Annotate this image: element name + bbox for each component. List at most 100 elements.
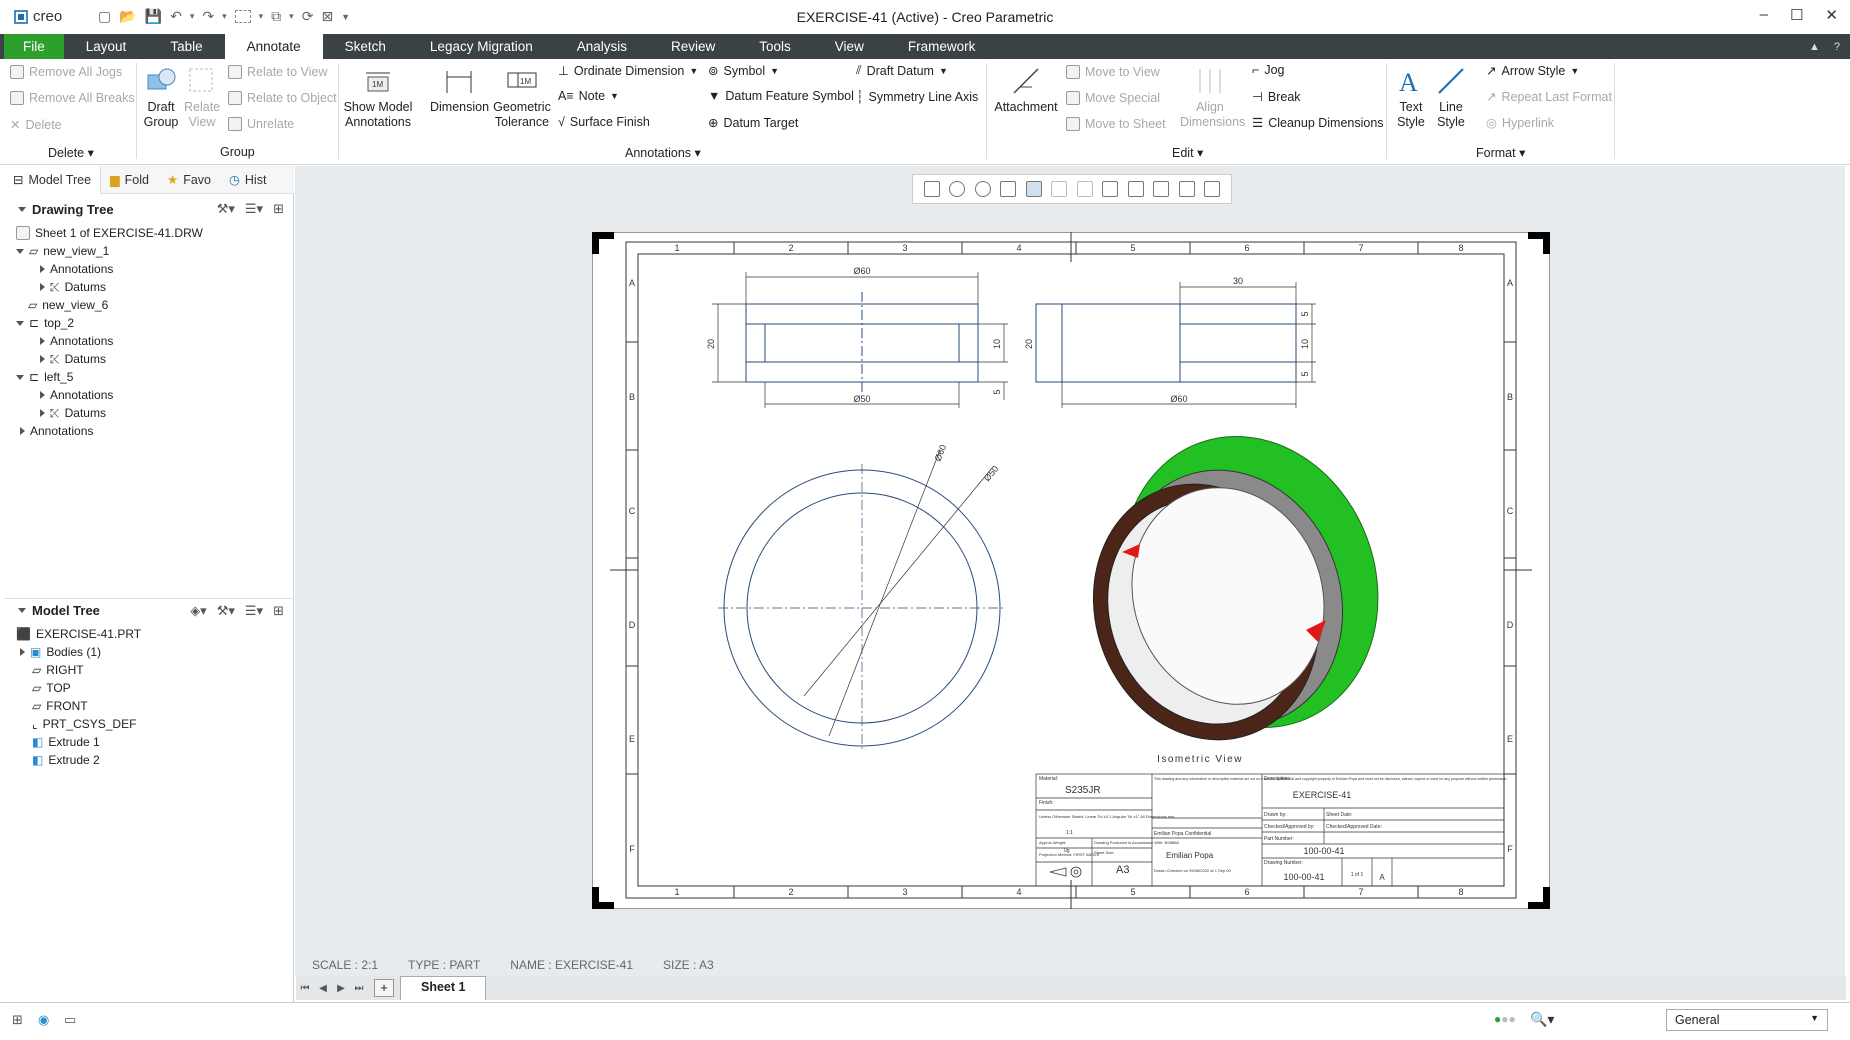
line-style-button[interactable]: Line Style [1432, 65, 1470, 130]
minimize-icon[interactable]: – [1760, 6, 1768, 24]
move-to-sheet-button[interactable]: Move to Sheet [1066, 117, 1166, 131]
symmetry-line-axis-button[interactable]: ┆ Symmetry Line Axis [856, 89, 978, 105]
datum-feature-symbol-button[interactable]: ▼ Datum Feature Symbol [708, 89, 854, 103]
collapse-icon[interactable] [18, 608, 26, 613]
dimension-label[interactable]: 5 [1300, 311, 1310, 316]
repaint-icon[interactable] [1000, 181, 1017, 197]
break-button[interactable]: ⊣ Break [1252, 89, 1301, 105]
plane-display-icon[interactable] [1127, 181, 1144, 197]
arrow-style-button[interactable]: ↗ Arrow Style ▼ [1486, 63, 1579, 79]
show-browser-icon[interactable]: ◉ [38, 1012, 49, 1028]
group-group-label[interactable]: Group [220, 145, 255, 159]
tab-sketch[interactable]: Sketch [323, 34, 408, 59]
regeneration-status-icon[interactable]: ●●● [1494, 1012, 1516, 1026]
expand-icon[interactable] [16, 320, 24, 326]
tree-item-front-plane[interactable]: ▱ FRONT [32, 697, 88, 715]
drawing-sheet[interactable]: 1 2 3 4 5 6 7 8 1 2 3 4 5 6 7 8 A B C D … [592, 232, 1550, 909]
tree-item-extrude-1[interactable]: ◧ Extrude 1 [32, 733, 100, 751]
select-box-icon[interactable] [234, 10, 251, 23]
prev-sheet-icon[interactable]: ◀ [314, 983, 332, 994]
layer-icon[interactable]: ◈▾ [190, 603, 207, 619]
dimension-label[interactable]: 20 [706, 339, 716, 349]
settings-tools-icon[interactable]: ⚒▾ [217, 603, 235, 619]
refit-icon[interactable] [923, 181, 940, 197]
datum-display-icon[interactable] [1102, 181, 1119, 197]
last-sheet-icon[interactable]: ⏭ [350, 983, 368, 994]
add-sheet-button[interactable]: + [374, 979, 394, 997]
move-to-view-button[interactable]: Move to View [1066, 65, 1160, 79]
repeat-last-format-button[interactable]: ↗ Repeat Last Format [1486, 89, 1612, 105]
expand-icon[interactable] [20, 648, 25, 656]
window-dropdown-icon[interactable]: ▾ [289, 11, 294, 22]
redo-dropdown-icon[interactable]: ▾ [222, 11, 227, 22]
tab-favorites[interactable]: ★ Favo [158, 166, 220, 194]
saved-orientations-icon[interactable] [1025, 181, 1042, 197]
redo-icon[interactable]: ↷ [202, 8, 214, 25]
relate-to-view-button[interactable]: Relate to View [228, 65, 327, 79]
tree-item-top-2[interactable]: ⊏ top_2 [16, 314, 74, 332]
close-icon[interactable]: ✕ [1825, 6, 1838, 24]
expand-icon[interactable] [40, 409, 45, 417]
jog-button[interactable]: ⌐ Jog [1252, 63, 1284, 77]
show-menu-icon[interactable]: ☰▾ [245, 201, 263, 217]
tab-folder-browser[interactable]: ▆ Fold [101, 166, 158, 194]
annotations-group-label[interactable]: Annotations ▾ [625, 145, 701, 160]
filter-icon[interactable]: ⊞ [273, 201, 284, 217]
dimension-label[interactable]: 20 [1024, 339, 1034, 349]
tree-item-left-5[interactable]: ⊏ left_5 [16, 368, 73, 386]
regenerate-icon[interactable]: ⟳ [302, 8, 314, 25]
customize-qat-icon[interactable]: ▼ [341, 12, 350, 22]
first-sheet-icon[interactable]: ⏮ [296, 983, 314, 994]
tab-table[interactable]: Table [148, 34, 224, 59]
surface-finish-button[interactable]: √ Surface Finish [558, 115, 650, 129]
undo-dropdown-icon[interactable]: ▾ [190, 11, 195, 22]
undo-icon[interactable]: ↶ [170, 8, 182, 25]
collapse-icon[interactable] [18, 206, 26, 212]
tab-tools[interactable]: Tools [737, 34, 813, 59]
tab-framework[interactable]: Framework [886, 34, 998, 59]
text-style-button[interactable]: A Text Style [1392, 65, 1430, 130]
tree-item-annotations[interactable]: Annotations [40, 332, 113, 350]
unrelate-button[interactable]: Unrelate [228, 117, 294, 131]
display-style-icon[interactable] [1051, 181, 1068, 197]
tree-item-top-plane[interactable]: ▱ TOP [32, 679, 71, 697]
tab-view[interactable]: View [813, 34, 886, 59]
collapse-ribbon-icon[interactable]: ▲ [1809, 41, 1820, 53]
tree-item-part[interactable]: ⬛ EXERCISE-41.PRT [16, 625, 141, 643]
next-sheet-icon[interactable]: ▶ [332, 983, 350, 994]
tab-review[interactable]: Review [649, 34, 737, 59]
remove-all-breaks-button[interactable]: Remove All Breaks [10, 91, 135, 105]
close-window-icon[interactable]: ⊠ [321, 8, 333, 25]
dimension-label[interactable]: 5 [992, 389, 1002, 394]
show-menu-icon[interactable]: ☰▾ [245, 603, 263, 619]
edit-group-label[interactable]: Edit ▾ [1172, 145, 1203, 160]
tree-item-new-view-6[interactable]: ▱ new_view_6 [28, 296, 108, 314]
select-dropdown-icon[interactable]: ▾ [259, 11, 264, 22]
dimension-label[interactable]: 10 [1300, 339, 1310, 349]
tree-item-annotations[interactable]: Annotations [40, 260, 113, 278]
show-model-annotations-button[interactable]: 1M Show Model Annotations [342, 65, 414, 130]
draft-datum-button[interactable]: ⫽ Draft Datum ▼ [856, 63, 948, 78]
open-file-icon[interactable]: 📂 [119, 8, 136, 25]
isometric-view-label[interactable]: Isometric View [1157, 754, 1243, 765]
delete-button[interactable]: ✕ Delete [10, 117, 62, 133]
perspective-icon[interactable] [1076, 181, 1093, 197]
model-tree-header[interactable]: Model Tree ◈▾ ⚒▾ ☰▾ ⊞ [4, 598, 294, 622]
note-button[interactable]: A≡ Note ▼ [558, 89, 619, 103]
expand-icon[interactable] [40, 283, 45, 291]
cleanup-dimensions-button[interactable]: ☰ Cleanup Dimensions [1252, 115, 1384, 131]
zoom-in-icon[interactable] [949, 181, 966, 197]
dimension-label[interactable]: 10 [992, 339, 1002, 349]
geometric-tolerance-button[interactable]: 1M Geometric Tolerance [492, 65, 552, 130]
tab-legacy-migration[interactable]: Legacy Migration [408, 34, 555, 59]
dimension-label[interactable]: Ø60 [853, 266, 870, 276]
help-icon[interactable]: ? [1834, 41, 1840, 53]
dimension-button[interactable]: Dimension [430, 65, 489, 115]
draft-group-button[interactable]: Draft Group [140, 65, 182, 130]
remove-all-jogs-button[interactable]: Remove All Jogs [10, 65, 122, 79]
format-group-label[interactable]: Format ▾ [1476, 145, 1525, 160]
find-icon[interactable]: 🔍▾ [1530, 1011, 1554, 1028]
symbol-button[interactable]: ⊚ Symbol ▼ [708, 63, 779, 79]
zoom-out-icon[interactable] [974, 181, 991, 197]
tree-item-annotations[interactable]: Annotations [40, 386, 113, 404]
